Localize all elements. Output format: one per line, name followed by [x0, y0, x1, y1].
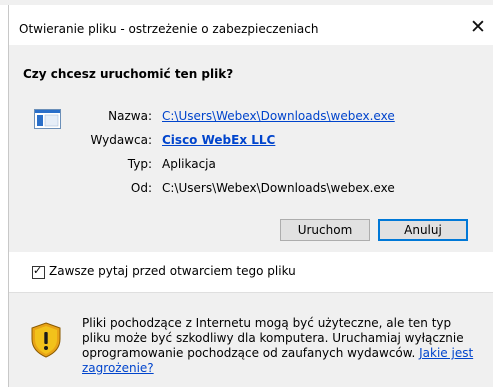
from-label: Od:	[130, 181, 152, 195]
name-label: Nazwa:	[108, 109, 152, 123]
checkmark-icon: ✓	[33, 264, 43, 277]
window-title: Otwieranie pliku - ostrzeżenie o zabezpi…	[19, 22, 319, 36]
question-heading: Czy chcesz uruchomić ten plik?	[23, 67, 234, 81]
publisher-label: Wydawca:	[90, 133, 152, 147]
type-label: Typ:	[127, 157, 152, 171]
close-icon: ✕	[470, 16, 486, 38]
warning-message: Pliki pochodzące z Internetu mogą być uż…	[82, 316, 477, 376]
publisher-link[interactable]: Cisco WebEx LLC	[162, 133, 275, 147]
always-ask-label[interactable]: Zawsze pytaj przed otwarciem tego pliku	[49, 264, 296, 278]
security-warning-dialog: Otwieranie pliku - ostrzeżenie o zabezpi…	[0, 0, 493, 387]
run-button[interactable]: Uruchom	[280, 219, 370, 241]
shield-warning-icon	[31, 322, 61, 358]
close-button[interactable]: ✕	[466, 14, 490, 40]
from-value: C:\Users\Webex\Downloads\webex.exe	[162, 181, 395, 195]
cancel-button[interactable]: Anuluj	[378, 219, 468, 241]
type-value: Aplikacja	[162, 157, 216, 171]
always-ask-checkbox[interactable]: ✓	[32, 264, 45, 279]
file-name-link[interactable]: C:\Users\Webex\Downloads\webex.exe	[162, 109, 395, 123]
warning-text: Pliki pochodzące z Internetu mogą być uż…	[82, 316, 464, 360]
